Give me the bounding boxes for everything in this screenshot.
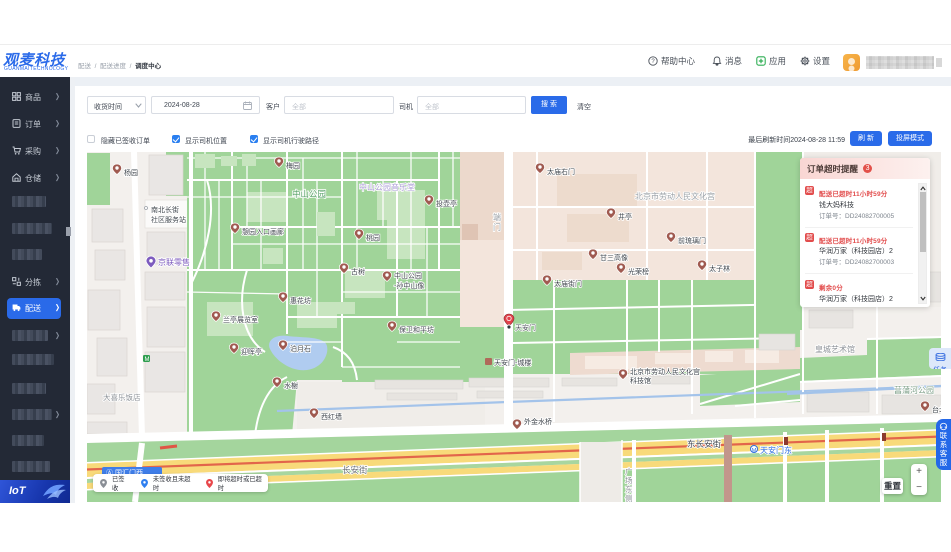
svg-text:门: 门 (493, 222, 501, 232)
svg-text:兰亭展览室: 兰亭展览室 (223, 315, 258, 324)
svg-text:东长安街: 东长安街 (687, 439, 722, 449)
svg-text:天安门东: 天安门东 (760, 445, 792, 455)
svg-text:泊月石: 泊月石 (290, 344, 311, 353)
svg-text:?: ? (651, 59, 655, 65)
svg-text:皇城艺术馆: 皇城艺术馆 (815, 344, 855, 354)
svg-text:迎晖亭: 迎晖亭 (241, 347, 262, 356)
svg-text:M: M (752, 448, 757, 454)
svg-text:水榭: 水榭 (284, 381, 298, 390)
svg-text:-孙中山像: -孙中山像 (394, 281, 424, 290)
svg-text:京联零售: 京联零售 (158, 257, 190, 267)
svg-text:北京市劳动人民文化宫: 北京市劳动人民文化宫 (635, 191, 715, 201)
svg-text:光荣榜: 光荣榜 (628, 267, 649, 276)
svg-text:大喜乐饭店: 大喜乐饭店 (103, 392, 141, 402)
svg-text:中山公园: 中山公园 (292, 189, 326, 199)
svg-text:杨园: 杨园 (124, 168, 138, 177)
svg-text:南北长街: 南北长街 (151, 205, 179, 214)
svg-text:广: 广 (625, 466, 633, 476)
svg-text:憩园入口画廊: 憩园入口画廊 (242, 227, 284, 236)
svg-text:太庙街门: 太庙街门 (554, 279, 582, 288)
svg-text:保卫和平坊: 保卫和平坊 (399, 325, 434, 334)
svg-text:北京市劳动人民文化宫: 北京市劳动人民文化宫 (630, 367, 700, 376)
svg-text:社区服务站: 社区服务站 (151, 215, 186, 224)
svg-text:中山公园: 中山公园 (394, 271, 422, 280)
svg-text:天安门-城楼: 天安门-城楼 (494, 358, 531, 367)
svg-text:中山公园音乐堂: 中山公园音乐堂 (359, 182, 415, 192)
svg-text:台北: 台北 (932, 405, 941, 414)
svg-text:场: 场 (625, 476, 633, 485)
svg-text:太子林: 太子林 (709, 264, 730, 273)
svg-text:菖蒲河公园: 菖蒲河公园 (894, 385, 934, 395)
svg-text:桃园: 桃园 (366, 233, 380, 242)
svg-text:西红墙: 西红墙 (321, 412, 342, 421)
svg-text:M: M (145, 357, 150, 363)
svg-text:投壶亭: 投壶亭 (436, 199, 457, 208)
svg-text:东: 东 (625, 484, 633, 494)
svg-text:长安街: 长安街 (342, 465, 368, 475)
svg-text:前琉璃门: 前琉璃门 (678, 236, 706, 245)
svg-text:梅园: 梅园 (286, 161, 300, 170)
svg-text:古树: 古树 (351, 267, 365, 276)
svg-text:侧: 侧 (625, 493, 633, 502)
svg-text:端: 端 (493, 212, 501, 222)
svg-text:天安门: 天安门 (515, 323, 536, 332)
svg-text:惠花坊: 惠花坊 (290, 296, 311, 305)
svg-text:井亭: 井亭 (618, 212, 632, 221)
svg-text:外金水桥: 外金水桥 (524, 417, 552, 426)
svg-text:甘三高像: 甘三高像 (600, 253, 628, 262)
svg-text:科技馆: 科技馆 (630, 376, 651, 385)
svg-text:太庙右门: 太庙右门 (547, 167, 575, 176)
